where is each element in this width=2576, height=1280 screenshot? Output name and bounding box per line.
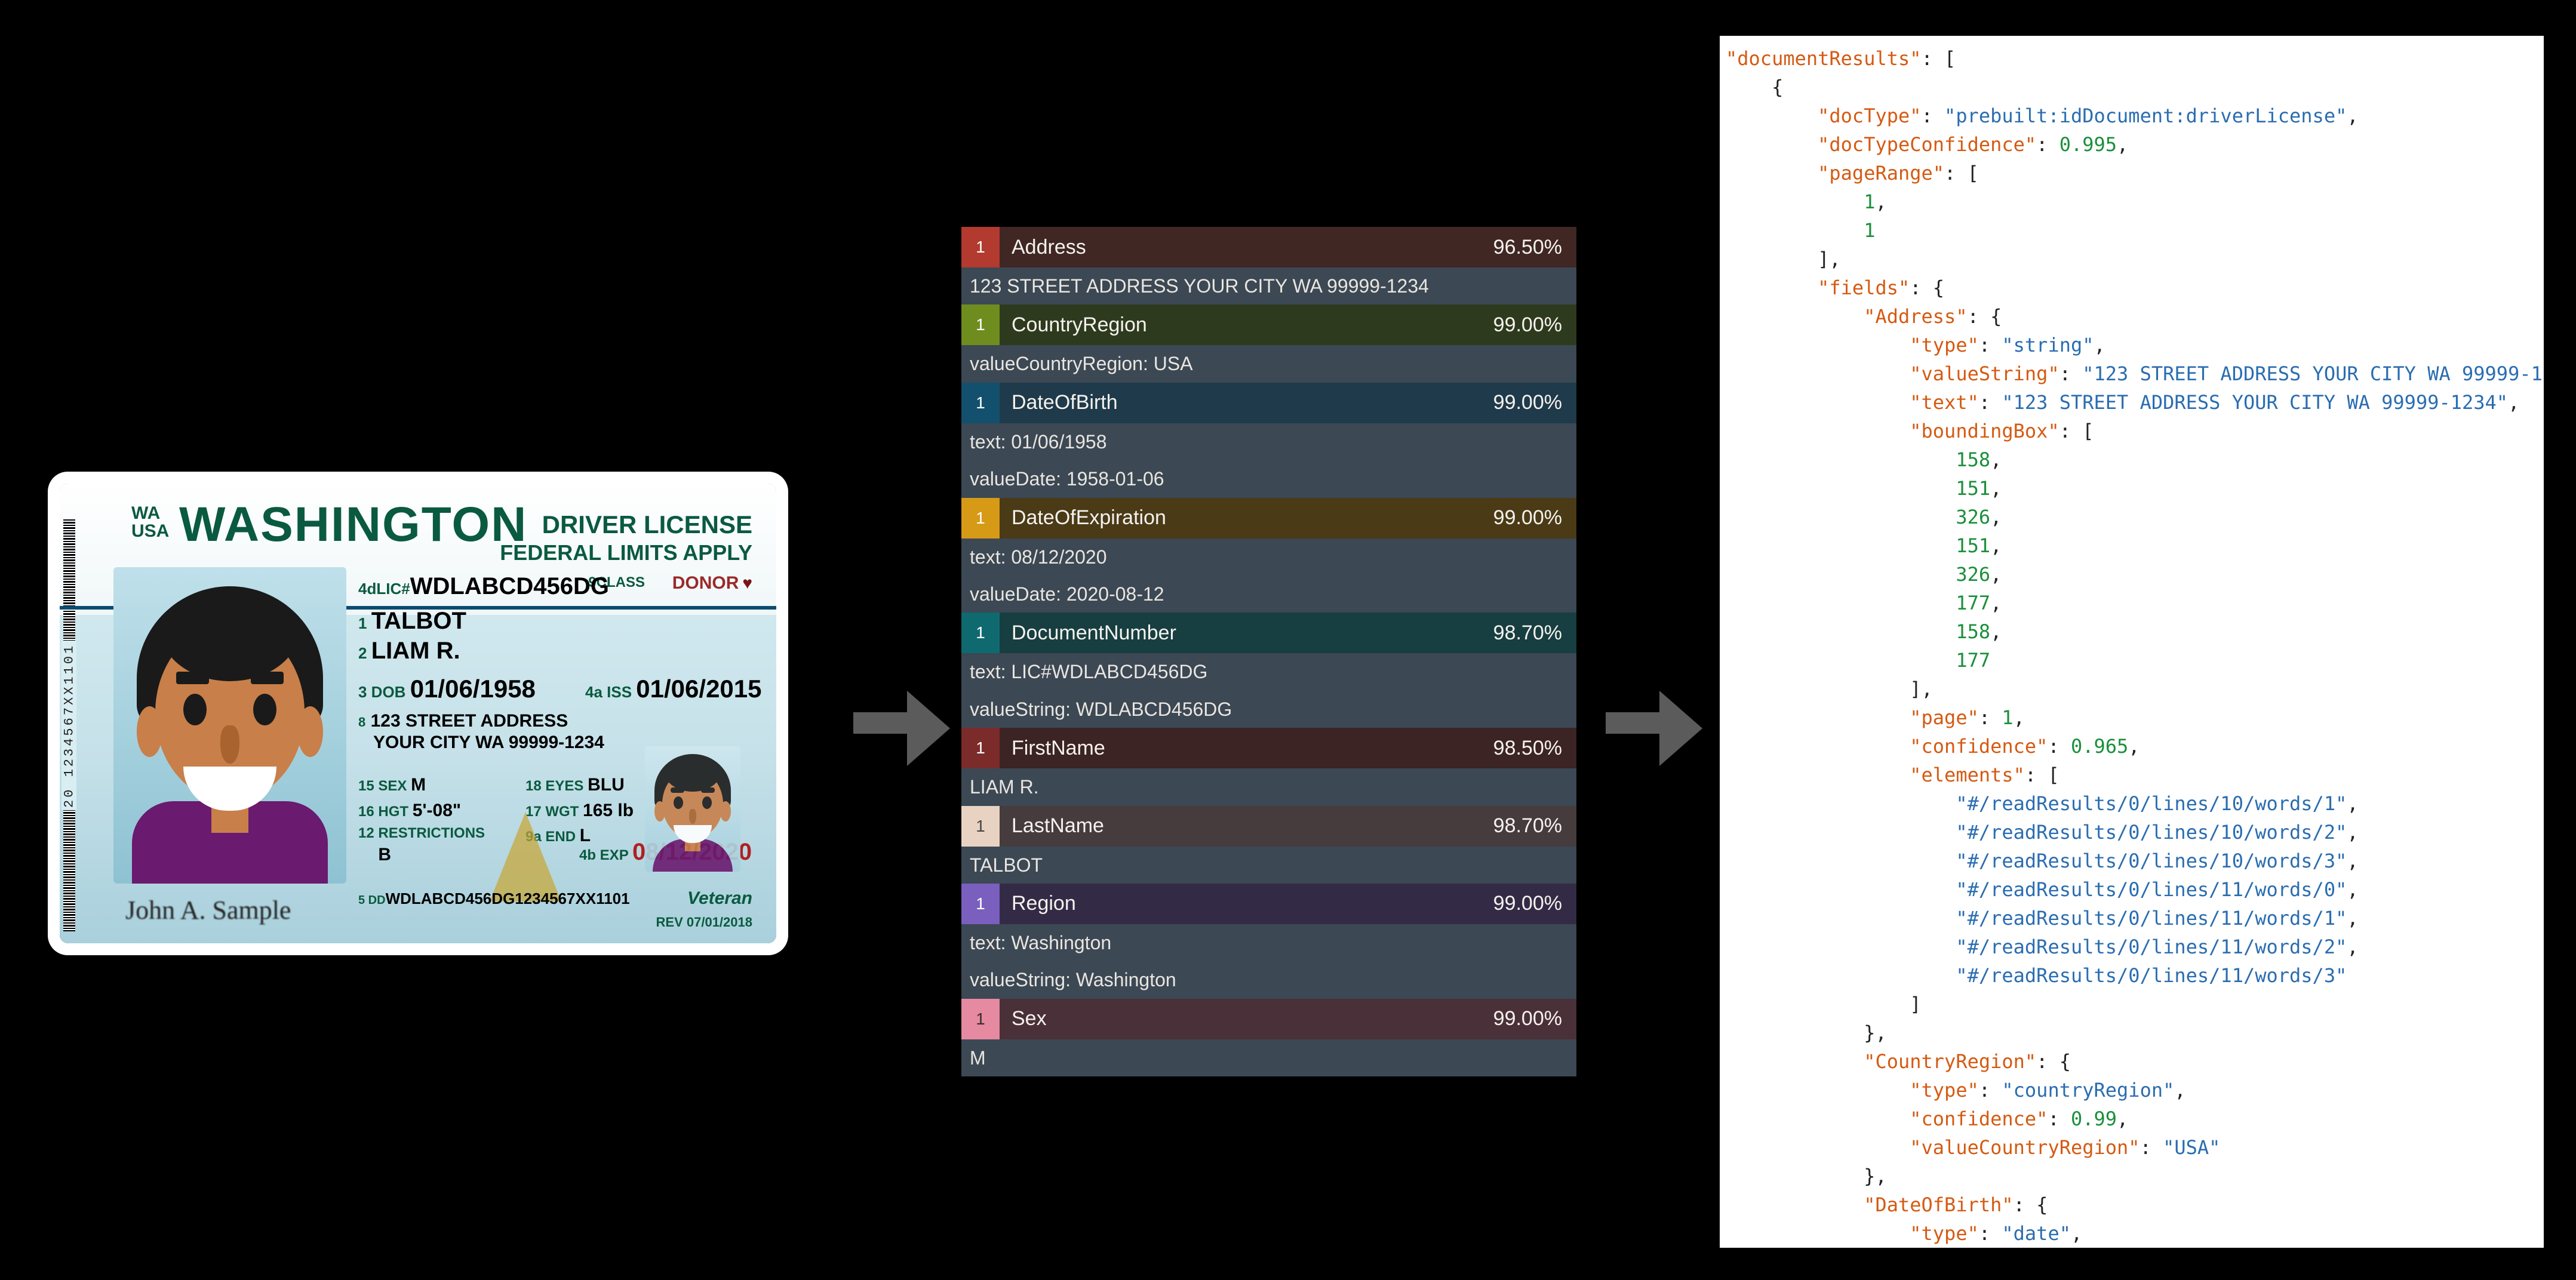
iss: 4a ISS 01/06/2015 <box>585 675 762 703</box>
field-row-firstname: 1 FirstName 98.50% <box>961 728 1576 768</box>
field-row-lastname: 1 LastName 98.70% <box>961 806 1576 847</box>
signature: John A. Sample <box>125 895 291 925</box>
name-block: 1 TALBOT 2 LIAM R. <box>358 606 466 666</box>
confidence: 96.50% <box>1493 236 1576 259</box>
arrow-right-icon <box>848 675 955 782</box>
field-row-dateofbirth: 1 DateOfBirth 99.00% <box>961 383 1576 423</box>
license-number: 4dLIC#WDLABCD456DG <box>358 573 609 600</box>
field-row-countryregion: 1 CountryRegion 99.00% <box>961 304 1576 345</box>
diagram-canvas: 20 1234567XX1101 WA USA WASHINGTON DRIVE… <box>0 0 2576 1280</box>
field-row-address: 1 Address 96.50% <box>961 227 1576 267</box>
veteran-badge: Veteran <box>687 888 752 909</box>
photo-main <box>113 567 346 884</box>
state-abbrev: WA USA <box>131 504 169 540</box>
barcode-vertical: 20 1234567XX1101 <box>63 519 99 931</box>
count-chip: 1 <box>961 227 1000 267</box>
revision: REV 07/01/2018 <box>656 915 752 930</box>
license-type: DRIVER LICENSE <box>542 510 752 539</box>
state-name: WASHINGTON <box>179 497 527 553</box>
photo-ghost <box>645 746 740 872</box>
dd-line: 5 DDWDLABCD456DG1234567XX1101 <box>358 890 630 908</box>
dob: 3 DOB 01/06/1958 <box>358 675 536 703</box>
extracted-fields-panel: 1 Address 96.50% 123 STREET ADDRESS YOUR… <box>961 227 1576 1076</box>
arrow-right-icon <box>1600 675 1708 782</box>
heart-icon: ♥ <box>742 574 752 593</box>
driver-license-card: 20 1234567XX1101 WA USA WASHINGTON DRIVE… <box>60 484 776 943</box>
field-detail: 123 STREET ADDRESS YOUR CITY WA 99999-12… <box>961 267 1576 304</box>
field-row-region: 1 Region 99.00% <box>961 884 1576 924</box>
tree-icon <box>490 812 561 901</box>
field-row-sex: 1 Sex 99.00% <box>961 999 1576 1039</box>
address-block: 8 123 STREET ADDRESS YOUR CITY WA 99999-… <box>358 710 604 753</box>
field-row-documentnumber: 1 DocumentNumber 98.70% <box>961 613 1576 653</box>
field-row-dateofexpiration: 1 DateOfExpiration 99.00% <box>961 498 1576 539</box>
json-output-panel: "documentResults": [ { "docType": "prebu… <box>1720 36 2544 1248</box>
json-content: "documentResults": [ { "docType": "prebu… <box>1720 36 2544 1248</box>
donor-badge: DONOR♥ <box>672 573 752 593</box>
federal-limits: FEDERAL LIMITS APPLY <box>500 540 752 565</box>
